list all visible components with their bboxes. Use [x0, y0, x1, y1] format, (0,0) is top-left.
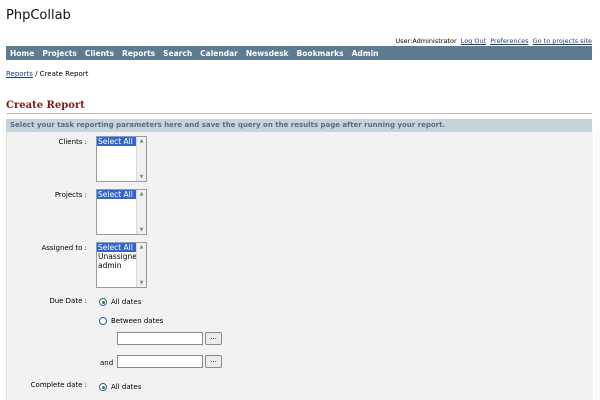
user-bar: User:Administrator Log Out Preferences G… [395, 37, 592, 45]
breadcrumb: Reports / Create Report [6, 70, 88, 78]
preferences-link[interactable]: Preferences [490, 37, 528, 45]
nav-search[interactable]: Search [163, 49, 192, 58]
nav-home[interactable]: Home [10, 49, 34, 58]
nav-admin[interactable]: Admin [352, 49, 379, 58]
instructions-banner: Select your task reporting parameters he… [6, 119, 592, 132]
app-title: PhpCollab [6, 8, 71, 23]
due-date-label: Due Date : [49, 297, 87, 305]
clients-select[interactable]: Select All ▲ ▼ [96, 136, 147, 182]
due-all-dates-label: All dates [111, 298, 142, 306]
projects-select[interactable]: Select All ▲ ▼ [96, 189, 147, 235]
nav-calendar[interactable]: Calendar [200, 49, 238, 58]
title-divider [6, 113, 592, 114]
assigned-to-scrollbar[interactable]: ▲ ▼ [136, 243, 146, 287]
breadcrumb-current: Create Report [39, 70, 89, 78]
scroll-up-icon[interactable]: ▲ [137, 243, 146, 251]
due-all-dates-option[interactable]: All dates [99, 298, 141, 306]
due-start-date-input[interactable] [117, 332, 203, 345]
complete-all-dates-label: All dates [111, 383, 142, 391]
projects-scrollbar[interactable]: ▲ ▼ [136, 190, 146, 234]
breadcrumb-reports-link[interactable]: Reports [6, 70, 33, 78]
scroll-up-icon[interactable]: ▲ [137, 190, 146, 198]
due-start-date-picker-button[interactable]: ... [205, 332, 222, 345]
page-title: Create Report [6, 100, 85, 111]
projects-label: Projects : [54, 191, 87, 199]
nav-projects[interactable]: Projects [42, 49, 77, 58]
breadcrumb-separator: / [32, 70, 40, 78]
scroll-down-icon[interactable]: ▼ [137, 226, 146, 234]
report-form: Clients : Select All ▲ ▼ Projects : Sele… [6, 132, 593, 400]
due-between-dates-label: Between dates [111, 317, 164, 325]
assigned-to-select[interactable]: Select All Unassigned admin ▲ ▼ [96, 242, 147, 288]
projects-option[interactable]: Select All [97, 190, 136, 199]
goto-projects-site-link[interactable]: Go to projects site [533, 37, 592, 45]
complete-date-label: Complete date : [30, 381, 87, 389]
complete-all-dates-option[interactable]: All dates [99, 383, 141, 391]
due-between-dates-radio[interactable] [99, 317, 107, 325]
nav-newsdesk[interactable]: Newsdesk [246, 49, 289, 58]
clients-option[interactable]: Select All [97, 137, 136, 146]
logout-link[interactable]: Log Out [461, 37, 486, 45]
clients-scrollbar[interactable]: ▲ ▼ [136, 137, 146, 181]
scroll-up-icon[interactable]: ▲ [137, 137, 146, 145]
nav-clients[interactable]: Clients [85, 49, 114, 58]
complete-all-dates-radio[interactable] [99, 383, 107, 391]
due-end-date-input[interactable] [117, 355, 203, 368]
nav-bookmarks[interactable]: Bookmarks [297, 49, 344, 58]
page-scrollbar[interactable] [595, 132, 600, 400]
due-all-dates-radio[interactable] [99, 298, 107, 306]
scroll-down-icon[interactable]: ▼ [137, 279, 146, 287]
assigned-option[interactable]: Select All [97, 243, 136, 252]
main-nav: Home Projects Clients Reports Search Cal… [6, 46, 592, 60]
due-end-date-picker-button[interactable]: ... [205, 355, 222, 368]
due-between-dates-option[interactable]: Between dates [99, 317, 163, 325]
clients-label: Clients : [58, 138, 88, 146]
user-name: User:Administrator [395, 37, 457, 45]
scroll-down-icon[interactable]: ▼ [137, 173, 146, 181]
assigned-to-label: Assigned to : [41, 244, 88, 252]
and-label: and [100, 359, 114, 367]
nav-reports[interactable]: Reports [122, 49, 155, 58]
